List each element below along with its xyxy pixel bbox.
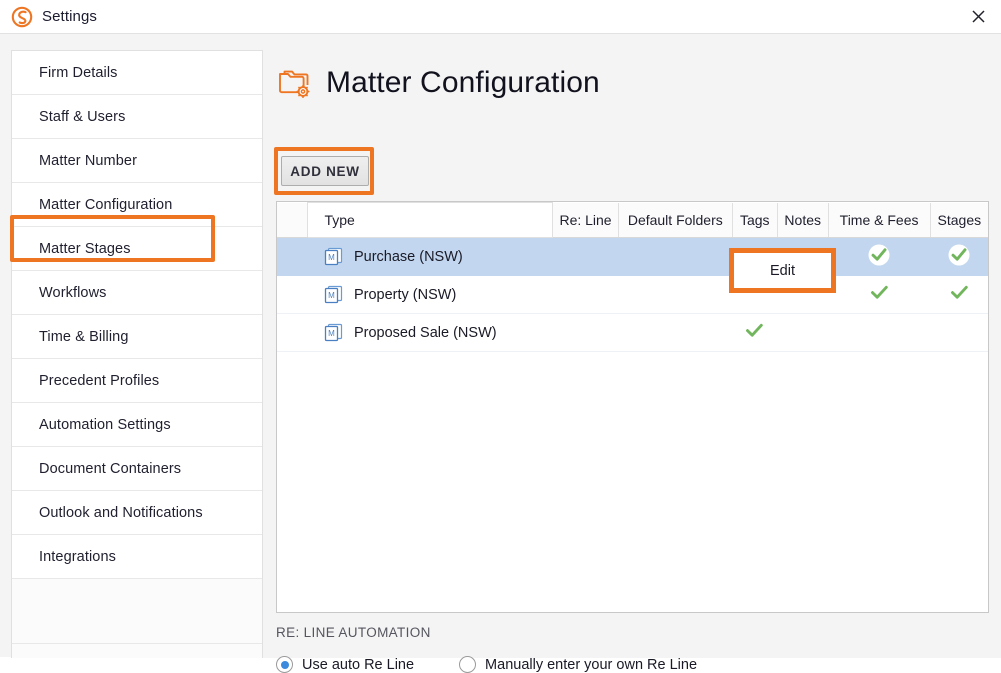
page-title: Matter Configuration xyxy=(326,66,600,99)
cell-stages[interactable] xyxy=(930,237,988,276)
radio-label: Use auto Re Line xyxy=(302,656,415,673)
table-body: M Purchase (NSW) M Property (NSW) M Proposed … xyxy=(277,237,988,352)
column-header-notes[interactable]: Notes xyxy=(777,202,829,238)
re-line-radio-group: Use auto Re Line Manually enter your own… xyxy=(276,656,989,673)
cell-notes[interactable] xyxy=(777,313,828,352)
table-header: Type Re: Line Default Folders Tags Notes… xyxy=(277,202,988,238)
sidebar-item-label: Matter Configuration xyxy=(39,196,173,213)
check-icon xyxy=(870,284,889,301)
radio-mark-icon xyxy=(276,656,293,673)
matter-type-label: Property (NSW) xyxy=(353,286,457,303)
matter-document-icon: M xyxy=(324,247,343,266)
cell-time-fees[interactable] xyxy=(828,313,931,352)
cell-folders[interactable] xyxy=(618,237,733,276)
check-icon xyxy=(950,284,969,301)
radio-label: Manually enter your own Re Line xyxy=(485,656,698,673)
page-header: Matter Configuration xyxy=(276,56,600,110)
sidebar-item-time-billing[interactable]: Time & Billing xyxy=(12,315,262,359)
column-header-re-line[interactable]: Re: Line xyxy=(552,202,620,238)
matter-configuration-table-container: Type Re: Line Default Folders Tags Notes… xyxy=(276,201,989,613)
cell-time-fees[interactable] xyxy=(828,275,931,314)
table-row[interactable]: M Property (NSW) xyxy=(277,275,988,314)
cell-time-fees[interactable] xyxy=(828,237,931,276)
cell-reline[interactable] xyxy=(552,313,619,352)
cell-folders[interactable] xyxy=(618,313,733,352)
sidebar-item-label: Staff & Users xyxy=(39,108,126,125)
cell-tags[interactable] xyxy=(732,313,778,352)
matter-type-label: Proposed Sale (NSW) xyxy=(353,324,497,341)
sidebar-item-label: Document Containers xyxy=(39,460,182,477)
column-header-type[interactable]: Type xyxy=(307,202,554,238)
window-body: Firm Details Staff & Users Matter Number… xyxy=(0,33,1001,673)
sidebar-item-label: Precedent Profiles xyxy=(39,372,160,389)
table-row[interactable]: M Purchase (NSW) xyxy=(277,237,988,276)
matter-configuration-table: Type Re: Line Default Folders Tags Notes… xyxy=(277,202,988,352)
sidebar-item-matter-stages[interactable]: Matter Stages xyxy=(12,227,262,271)
cell-stages[interactable] xyxy=(930,313,988,352)
sidebar-item-label: Matter Stages xyxy=(39,240,131,257)
smokeball-s-logo-icon xyxy=(11,6,33,28)
sidebar-item-label: Firm Details xyxy=(39,64,118,81)
cell-reline[interactable] xyxy=(552,237,619,276)
radio-manual-re-line[interactable]: Manually enter your own Re Line xyxy=(459,656,697,673)
sidebar-item-precedent-profiles[interactable]: Precedent Profiles xyxy=(12,359,262,403)
settings-sidebar: Firm Details Staff & Users Matter Number… xyxy=(11,50,263,658)
row-grip-cell xyxy=(277,275,308,314)
radio-mark-icon xyxy=(459,656,477,673)
svg-text:M: M xyxy=(328,329,335,338)
sidebar-item-integrations[interactable]: Integrations xyxy=(12,535,262,579)
table-header-row: Type Re: Line Default Folders Tags Notes… xyxy=(277,202,988,238)
column-header-time-and-fees[interactable]: Time & Fees xyxy=(828,202,931,238)
radio-use-auto-re-line[interactable]: Use auto Re Line xyxy=(276,656,414,673)
edit-tooltip[interactable]: Edit xyxy=(729,248,836,293)
folder-gear-icon xyxy=(276,65,312,101)
table-row[interactable]: M Proposed Sale (NSW) xyxy=(277,313,988,352)
window-title: Settings xyxy=(42,8,97,25)
sidebar-item-label: Time & Billing xyxy=(39,328,129,345)
cell-folders[interactable] xyxy=(618,275,733,314)
sidebar-empty-area xyxy=(12,579,262,644)
window-title-bar: Settings xyxy=(0,0,1001,33)
sidebar-item-document-containers[interactable]: Document Containers xyxy=(12,447,262,491)
column-header-default-folders[interactable]: Default Folders xyxy=(618,202,733,238)
check-icon xyxy=(745,322,764,339)
svg-text:M: M xyxy=(328,253,335,262)
close-icon[interactable] xyxy=(955,0,1001,33)
row-grip-cell xyxy=(277,237,308,276)
sidebar-item-label: Workflows xyxy=(39,284,107,301)
check-icon xyxy=(948,244,970,266)
main-content-panel: Matter Configuration ADD NEW Type Re: Li… xyxy=(263,34,1001,673)
cell-reline[interactable] xyxy=(552,275,619,314)
add-new-button[interactable]: ADD NEW xyxy=(281,156,369,186)
sidebar-item-outlook-and-notifications[interactable]: Outlook and Notifications xyxy=(12,491,262,535)
matter-type-label: Purchase (NSW) xyxy=(353,248,463,265)
column-header-stages[interactable]: Stages xyxy=(930,202,988,238)
re-line-automation-section: RE: LINE AUTOMATION Use auto Re Line Man… xyxy=(276,625,989,673)
cell-type[interactable]: M Property (NSW) xyxy=(307,275,553,314)
row-grip-cell xyxy=(277,313,308,352)
column-header-tags[interactable]: Tags xyxy=(732,202,778,238)
sidebar-item-label: Automation Settings xyxy=(39,416,171,433)
sidebar-item-label: Matter Number xyxy=(39,152,137,169)
re-line-automation-label: RE: LINE AUTOMATION xyxy=(276,625,431,640)
sidebar-item-staff-users[interactable]: Staff & Users xyxy=(12,95,262,139)
sidebar-item-automation-settings[interactable]: Automation Settings xyxy=(12,403,262,447)
sidebar-item-firm-details[interactable]: Firm Details xyxy=(12,51,262,95)
cell-stages[interactable] xyxy=(930,275,988,314)
svg-text:M: M xyxy=(328,291,335,300)
sidebar-item-workflows[interactable]: Workflows xyxy=(12,271,262,315)
check-icon xyxy=(868,244,890,266)
cell-type[interactable]: M Purchase (NSW) xyxy=(307,237,553,276)
cell-type[interactable]: M Proposed Sale (NSW) xyxy=(307,313,553,352)
sidebar-item-label: Integrations xyxy=(39,548,116,565)
matter-document-icon: M xyxy=(324,323,343,342)
sidebar-item-label: Outlook and Notifications xyxy=(39,504,203,521)
column-header-grip xyxy=(277,202,309,238)
sidebar-item-matter-number[interactable]: Matter Number xyxy=(12,139,262,183)
matter-document-icon: M xyxy=(324,285,343,304)
sidebar-item-matter-configuration[interactable]: Matter Configuration xyxy=(12,183,262,227)
